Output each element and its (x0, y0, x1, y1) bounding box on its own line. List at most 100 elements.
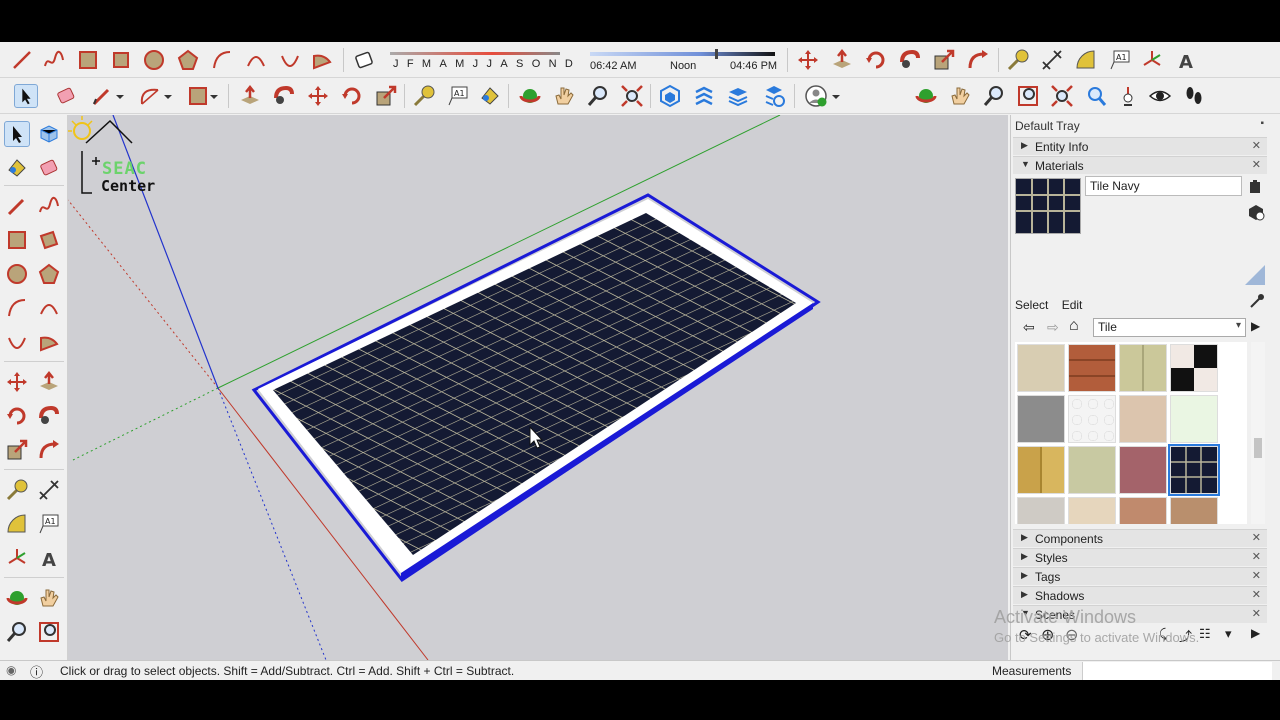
walk-icon[interactable] (1182, 84, 1206, 108)
close-icon[interactable]: ✕ (1252, 588, 1261, 601)
rotate-icon[interactable] (4, 403, 30, 429)
polygon-tool-icon[interactable] (176, 48, 200, 72)
tab-select[interactable]: Select (1015, 298, 1048, 312)
eraser-icon[interactable] (54, 84, 78, 108)
text-tool-icon[interactable]: A1 (1108, 48, 1132, 72)
three-point-arc-icon[interactable] (278, 48, 302, 72)
paint-bucket-icon[interactable] (4, 155, 30, 181)
eraser-icon[interactable] (36, 155, 62, 181)
select-arrow-icon[interactable] (4, 121, 30, 147)
material-swatch[interactable] (1119, 395, 1167, 443)
rotate-icon[interactable] (864, 48, 888, 72)
material-swatch[interactable] (1170, 344, 1218, 392)
make-component-icon[interactable] (36, 121, 62, 147)
tape-measure-icon[interactable] (1006, 48, 1030, 72)
panel-tags[interactable]: ▶ Tags ✕ (1013, 567, 1267, 585)
axes-icon[interactable] (4, 545, 30, 571)
material-swatch-selected[interactable] (1168, 444, 1220, 496)
material-swatch[interactable] (1119, 344, 1167, 392)
swatch-scrollbar[interactable] (1251, 342, 1265, 524)
move-icon[interactable] (4, 369, 30, 395)
look-around-icon[interactable] (1148, 84, 1172, 108)
extension-manager-icon[interactable] (762, 84, 786, 108)
pan-hand-icon[interactable] (552, 84, 576, 108)
push-pull-icon[interactable] (830, 48, 854, 72)
scrollbar-thumb[interactable] (1254, 438, 1262, 458)
previous-view-icon[interactable] (1084, 84, 1108, 108)
time-slider-thumb[interactable] (715, 49, 718, 59)
material-library-select[interactable]: Tile ▾ (1093, 318, 1246, 337)
zoom-window-icon[interactable] (36, 619, 62, 645)
close-icon[interactable]: ✕ (1252, 139, 1261, 152)
three-point-arc-icon[interactable] (4, 329, 30, 355)
rotate-icon[interactable] (340, 84, 364, 108)
circle-tool-icon[interactable] (142, 48, 166, 72)
push-pull-icon[interactable] (238, 84, 262, 108)
pan-hand-icon[interactable] (948, 84, 972, 108)
chevron-down-icon[interactable] (162, 84, 174, 108)
extension-icon[interactable] (692, 84, 716, 108)
geo-location-icon[interactable]: ◉ (6, 663, 16, 677)
follow-me-icon[interactable] (272, 84, 296, 108)
material-swatch[interactable] (1068, 344, 1116, 392)
chevron-down-icon[interactable] (208, 84, 220, 108)
panel-shadows[interactable]: ▶ Shadows ✕ (1013, 586, 1267, 604)
zoom-window-icon[interactable] (1016, 84, 1040, 108)
pencil-icon[interactable] (90, 84, 114, 108)
rotated-rectangle-tool-icon[interactable] (109, 48, 133, 72)
material-swatch[interactable] (1119, 497, 1167, 524)
orbit-icon[interactable] (914, 84, 938, 108)
modeling-viewport[interactable]: SEAC Center (68, 115, 1008, 660)
material-swatch[interactable] (1017, 497, 1065, 524)
material-swatch[interactable] (1068, 395, 1116, 443)
forward-arrow-icon[interactable]: ⇨ (1047, 319, 1059, 336)
time-slider[interactable] (590, 52, 775, 56)
account-icon[interactable] (804, 84, 828, 108)
warehouse-icon[interactable] (658, 84, 682, 108)
orbit-icon[interactable] (518, 84, 542, 108)
close-icon[interactable]: ✕ (1252, 607, 1261, 620)
material-swatch[interactable] (1017, 344, 1065, 392)
rotated-rectangle-tool-icon[interactable] (36, 227, 62, 253)
shadow-settings-bar[interactable]: J F M A M J J A S O N D 06:42 AM Noon 04… (385, 46, 780, 76)
zoom-extents-icon[interactable] (620, 84, 644, 108)
text-tool-icon[interactable]: A1 (36, 511, 62, 537)
zoom-icon[interactable] (982, 84, 1006, 108)
material-name-field[interactable]: Tile Navy (1085, 176, 1242, 196)
month-slider[interactable] (390, 52, 560, 55)
tape-measure-icon[interactable] (412, 84, 436, 108)
axes-icon[interactable] (1140, 48, 1164, 72)
details-arrow-icon[interactable]: ▶ (1251, 626, 1260, 640)
arc-tool-icon[interactable] (4, 295, 30, 321)
polygon-tool-icon[interactable] (36, 261, 62, 287)
offset-icon[interactable] (966, 48, 990, 72)
panel-components[interactable]: ▶ Components ✕ (1013, 529, 1267, 547)
circle-tool-icon[interactable] (4, 261, 30, 287)
arc-tool-icon[interactable] (138, 84, 162, 108)
paint-materials-icon[interactable] (1247, 203, 1265, 221)
close-icon[interactable]: ✕ (1252, 550, 1261, 563)
pin-icon[interactable]: ▪ (1260, 118, 1264, 129)
dimension-icon[interactable] (36, 477, 62, 503)
3d-text-icon[interactable]: A (1174, 48, 1198, 72)
move-icon[interactable] (306, 84, 330, 108)
chevron-down-icon[interactable] (830, 84, 842, 108)
follow-me-icon[interactable] (898, 48, 922, 72)
scene-canvas[interactable] (68, 115, 1008, 660)
position-camera-icon[interactable] (1116, 84, 1140, 108)
select-arrow-icon[interactable] (14, 84, 38, 108)
freehand-tool-icon[interactable] (36, 193, 62, 219)
material-swatch[interactable] (1068, 446, 1116, 494)
protractor-icon[interactable] (1074, 48, 1098, 72)
details-arrow-icon[interactable]: ▶ (1251, 319, 1260, 333)
material-swatch[interactable] (1170, 497, 1218, 524)
3d-text-icon[interactable]: A (36, 545, 62, 571)
back-arrow-icon[interactable]: ⇦ (1023, 319, 1035, 336)
two-point-arc-icon[interactable] (36, 295, 62, 321)
material-swatch[interactable] (1119, 446, 1167, 494)
eyedropper-icon[interactable] (1249, 293, 1265, 309)
filter-icon[interactable]: ▾ (1225, 626, 1232, 642)
material-swatch[interactable] (1017, 395, 1065, 443)
layers-icon[interactable] (726, 84, 750, 108)
pan-hand-icon[interactable] (36, 585, 62, 611)
